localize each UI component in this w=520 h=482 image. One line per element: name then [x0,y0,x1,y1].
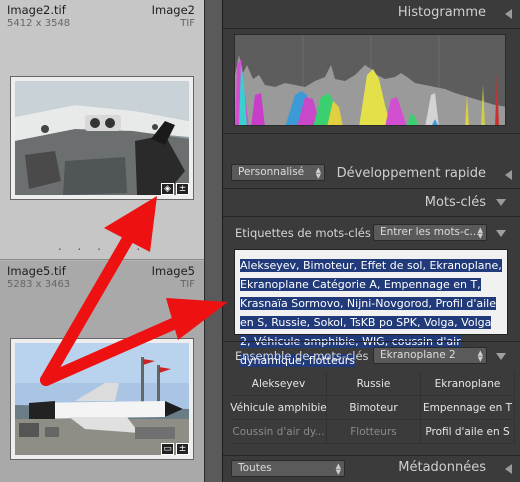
lightroom-library-view: Image2.tif 5412 x 3548 Image2 TIF ◈ ± . … [0,0,520,482]
annotation-arrows [40,196,228,386]
